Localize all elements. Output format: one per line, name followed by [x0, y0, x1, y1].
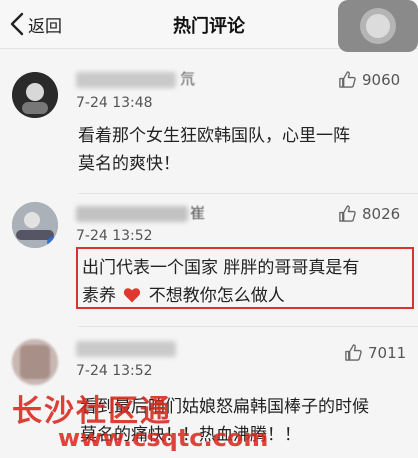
avatar[interactable]	[12, 72, 58, 118]
avatar[interactable]	[12, 202, 58, 248]
avatar[interactable]	[12, 339, 58, 385]
watermark-url: www.csqtc.com	[58, 424, 269, 452]
like-count: 9060	[362, 70, 401, 89]
comment-line: 莫名的爽快！	[78, 154, 180, 174]
assistive-inner-ring	[366, 14, 390, 38]
comment-item: 氘 7-24 13:48 9060 看着那个女生狂欧韩国队，心里一阵 莫名的爽快…	[0, 62, 418, 190]
comment-line: 看着那个女生狂欧韩国队，心里一阵	[78, 126, 350, 146]
comment-time: 7-24 13:48	[76, 95, 153, 111]
username-blurred[interactable]	[76, 72, 176, 88]
comment-time: 7-24 13:52	[76, 228, 153, 244]
comment-text: 看着那个女生狂欧韩国队，心里一阵 莫名的爽快！	[78, 122, 400, 178]
assistive-touch-button[interactable]	[338, 0, 418, 52]
thumbs-up-icon	[339, 205, 356, 222]
like-button[interactable]: 7011	[344, 343, 406, 362]
avatar-image	[12, 72, 58, 118]
like-button[interactable]: 9060	[338, 70, 400, 89]
thumbs-up-icon	[339, 71, 356, 88]
highlight-box	[76, 247, 414, 309]
username-blurred[interactable]	[76, 206, 188, 222]
username-tail: 氘	[180, 70, 196, 88]
thumbs-up-icon	[345, 344, 362, 361]
username-tail: 崔	[190, 204, 206, 222]
avatar-image	[12, 339, 58, 385]
username-blurred[interactable]	[76, 341, 176, 357]
like-count: 7011	[368, 343, 407, 362]
avatar-image	[12, 202, 58, 248]
like-button[interactable]: 8026	[338, 204, 400, 223]
like-count: 8026	[362, 204, 401, 223]
comment-time: 7-24 13:52	[76, 363, 153, 379]
